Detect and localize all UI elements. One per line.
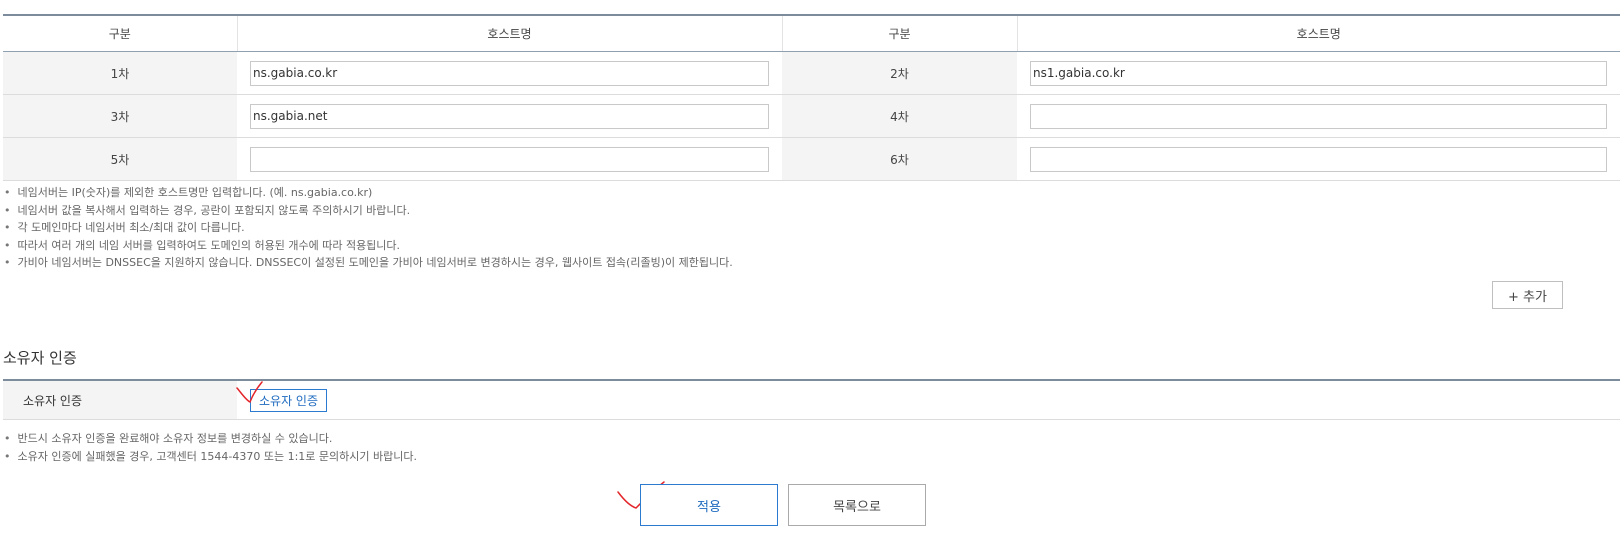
nameserver-field-cell — [1017, 51, 1620, 95]
table-row: 1차 2차 — [3, 51, 1620, 95]
note-item: 가비아 네임서버는 DNSSEC을 지원하지 않습니다. DNSSEC이 설정된… — [4, 254, 733, 272]
column-header-hostname: 호스트명 — [236, 15, 782, 52]
note-item: 따라서 여러 개의 네임 서버를 입력하여도 도메인의 허용된 개수에 따라 적… — [4, 237, 733, 255]
owner-verification-label: 소유자 인증 — [3, 381, 237, 419]
nameserver-label: 2차 — [782, 51, 1017, 95]
nameserver-field-cell — [237, 94, 782, 138]
column-header-category: 구분 — [3, 15, 237, 52]
nameserver-field-cell — [1017, 137, 1620, 181]
owner-section-title: 소유자 인증 — [3, 349, 77, 367]
note-item: 각 도메인마다 네임서버 최소/최대 값이 다릅니다. — [4, 219, 733, 237]
owner-verify-button[interactable]: 소유자 인증 — [250, 389, 328, 412]
nameserver-table-header: 구분 호스트명 구분 호스트명 — [3, 15, 1620, 52]
nameserver-notes: 네임서버는 IP(숫자)를 제외한 호스트명만 입력합니다. (예. ns.ga… — [4, 184, 733, 272]
table-row: 5차 6차 — [3, 137, 1620, 181]
nameserver-label: 6차 — [782, 137, 1017, 181]
note-item: 네임서버는 IP(숫자)를 제외한 호스트명만 입력합니다. (예. ns.ga… — [4, 184, 733, 202]
owner-notes: 반드시 소유자 인증을 완료해야 소유자 정보를 변경하실 수 있습니다. 소유… — [4, 430, 417, 465]
nameserver-2-input[interactable] — [1030, 60, 1607, 86]
nameserver-5-input[interactable] — [250, 146, 769, 172]
owner-verification-table: 소유자 인증 소유자 인증 — [3, 379, 1620, 420]
column-header-hostname: 호스트명 — [1016, 15, 1620, 52]
nameserver-6-input[interactable] — [1030, 146, 1607, 172]
nameserver-label: 4차 — [782, 94, 1017, 138]
nameserver-table: 구분 호스트명 구분 호스트명 1차 2차 3차 4차 5차 6차 — [3, 14, 1620, 181]
table-row: 3차 4차 — [3, 94, 1620, 138]
nameserver-field-cell — [1017, 94, 1620, 138]
nameserver-field-cell — [237, 51, 782, 95]
apply-button[interactable]: 적용 — [640, 484, 778, 526]
nameserver-1-input[interactable] — [250, 60, 769, 86]
note-item: 소유자 인증에 실패했을 경우, 고객센터 1544-4370 또는 1:1로 … — [4, 448, 417, 466]
column-header-category: 구분 — [781, 15, 1017, 52]
nameserver-label: 3차 — [3, 94, 237, 138]
nameserver-4-input[interactable] — [1030, 103, 1607, 129]
owner-verification-cell: 소유자 인증 — [237, 381, 1620, 419]
add-nameserver-button[interactable]: + 추가 — [1492, 281, 1563, 309]
nameserver-field-cell — [237, 137, 782, 181]
nameserver-3-input[interactable] — [250, 103, 769, 129]
note-item: 네임서버 값을 복사해서 입력하는 경우, 공란이 포함되지 않도록 주의하시기… — [4, 202, 733, 220]
back-to-list-button[interactable]: 목록으로 — [788, 484, 926, 526]
nameserver-label: 5차 — [3, 137, 237, 181]
nameserver-label: 1차 — [3, 51, 237, 95]
note-item: 반드시 소유자 인증을 완료해야 소유자 정보를 변경하실 수 있습니다. — [4, 430, 417, 448]
